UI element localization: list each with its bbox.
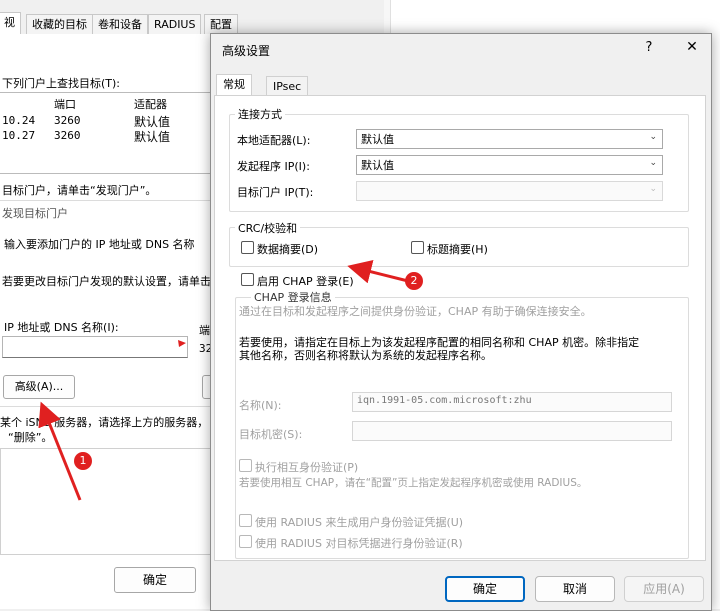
annotation-arrows bbox=[38, 259, 413, 501]
annotation-badge-1: 1 bbox=[74, 452, 92, 470]
annotation-arrow-2 bbox=[347, 259, 413, 284]
annotation-badge-2: 2 bbox=[405, 272, 423, 290]
annotation-marker bbox=[178, 340, 186, 347]
